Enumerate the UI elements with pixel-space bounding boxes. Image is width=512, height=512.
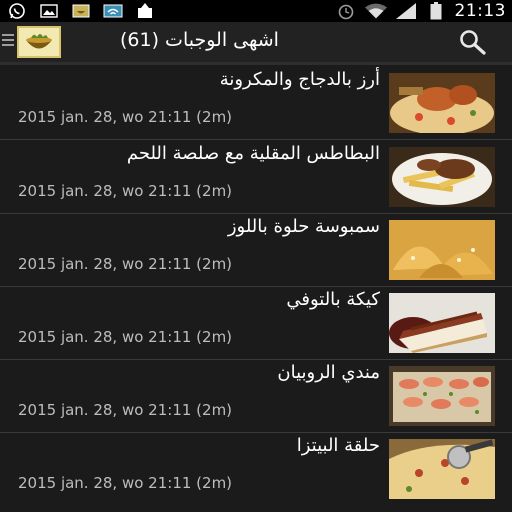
whatsapp-icon <box>6 3 28 19</box>
wifi-hotspot-icon <box>102 3 124 19</box>
recipe-date: 2015 jan. 28, wo 21:11 (2m) <box>18 401 233 419</box>
list-item[interactable]: سمبوسة حلوة باللوز 2015 jan. 28, wo 21:1… <box>0 213 512 287</box>
drawer-menu-icon[interactable] <box>2 34 14 48</box>
recipe-title: سمبوسة حلوة باللوز <box>227 216 380 237</box>
recipe-date: 2015 jan. 28, wo 21:11 (2m) <box>18 474 233 492</box>
recipe-title: أرز بالدجاج والمكرونة <box>219 69 380 90</box>
shrimp-mandi-image <box>389 366 495 426</box>
pizza-ring-image <box>389 439 495 499</box>
action-bar-divider <box>0 62 512 65</box>
status-bar: 21:13 <box>0 0 512 22</box>
recipe-title: حلقة البيتزا <box>296 435 380 456</box>
recipe-date: 2015 jan. 28, wo 21:11 (2m) <box>18 255 233 273</box>
list-item[interactable]: كيكة بالتوفي 2015 jan. 28, wo 21:11 (2m) <box>0 286 512 360</box>
list-item[interactable]: أرز بالدجاج والمكرونة 2015 jan. 28, wo 2… <box>0 66 512 140</box>
upload-icon <box>134 3 156 19</box>
recipe-date: 2015 jan. 28, wo 21:11 (2m) <box>18 182 233 200</box>
rice-chicken-pasta-image <box>389 73 495 133</box>
signal-icon <box>395 3 417 19</box>
recipe-date: 2015 jan. 28, wo 21:11 (2m) <box>18 328 233 346</box>
recipe-date: 2015 jan. 28, wo 21:11 (2m) <box>18 108 233 126</box>
recipe-title: كيكة بالتوفي <box>286 289 380 310</box>
alarm-icon <box>335 3 357 20</box>
page-title: اشهى الوجبات (61) <box>120 29 279 51</box>
battery-icon <box>425 2 447 20</box>
recipe-list: أرز بالدجاج والمكرونة 2015 jan. 28, wo 2… <box>0 66 512 512</box>
wifi-icon <box>364 3 387 19</box>
action-bar: اشهى الوجبات (61) <box>0 22 512 62</box>
toffee-cake-image <box>389 293 495 353</box>
sambosa-image <box>389 220 495 280</box>
clock-time: 21:13 <box>454 1 506 21</box>
fries-meat-sauce-image <box>389 147 495 207</box>
app-notification-icon <box>70 3 92 19</box>
app-screen: 21:13 اشهى الوجبات (61) أرز بالدجاج والم… <box>0 0 512 512</box>
recipe-title: مندي الروبيان <box>277 362 380 383</box>
list-item[interactable]: حلقة البيتزا 2015 jan. 28, wo 21:11 (2m) <box>0 432 512 504</box>
list-item[interactable]: البطاطس المقلية مع صلصة اللحم 2015 jan. … <box>0 140 512 214</box>
list-item[interactable]: مندي الروبيان 2015 jan. 28, wo 21:11 (2m… <box>0 359 512 433</box>
image-icon <box>38 3 60 19</box>
search-icon[interactable] <box>454 28 490 56</box>
food-bowl-icon[interactable] <box>17 26 61 58</box>
recipe-title: البطاطس المقلية مع صلصة اللحم <box>126 143 380 164</box>
